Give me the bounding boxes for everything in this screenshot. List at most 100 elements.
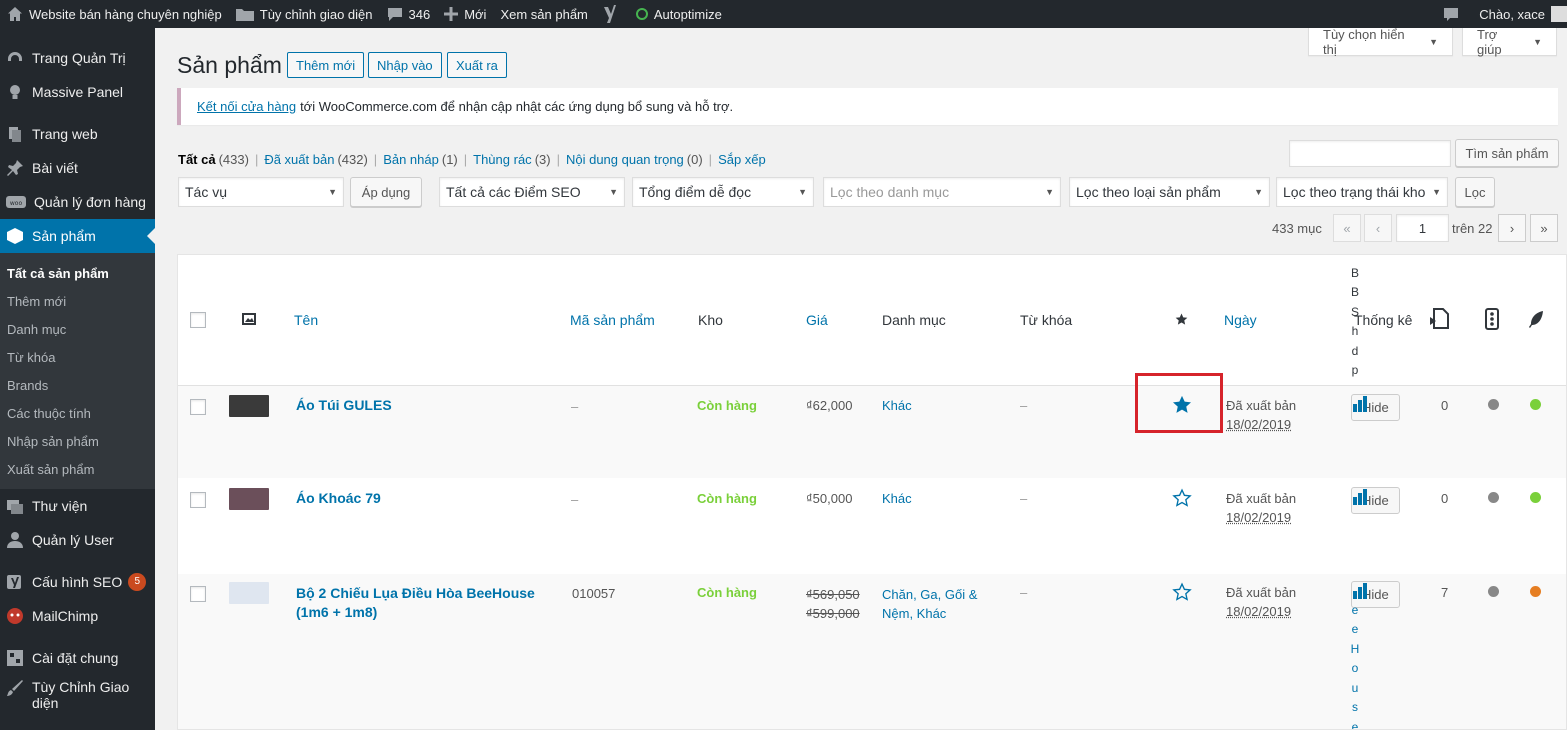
menu-dashboard[interactable]: Trang Quản Trị [0,41,155,75]
status-views: Tất cả (433) | Đã xuất bản (432) | Bản nháp(… [178,152,766,167]
help-button[interactable]: Trợ giúp ▼ [1462,27,1557,57]
account-menu[interactable]: Chào, xace [1472,0,1567,28]
featured-star-outline-icon[interactable] [1172,488,1192,508]
filter-button[interactable]: Lọc [1455,177,1495,207]
bulk-actions-select[interactable]: Tác vụ ▼ [178,177,344,207]
connect-store-link[interactable]: Kết nối cửa hàng [197,99,296,114]
folder-icon [235,9,254,21]
product-type-filter[interactable]: Lọc theo loại sản phẩm ▼ [1069,177,1270,207]
import-button[interactable]: Nhập vào [368,52,442,78]
product-box-icon [7,228,23,244]
category-link[interactable]: Khác [882,398,912,413]
export-button[interactable]: Xuất ra [447,52,507,78]
stock-status: Còn hàng [697,585,757,600]
product-name-link[interactable]: Áo Khoác 79 [296,490,381,506]
menu-massive-panel[interactable]: Massive Panel [0,75,155,109]
category-link[interactable]: Khác [882,491,912,506]
menu-posts[interactable]: Bài viết [0,151,155,185]
next-page-button[interactable]: › [1498,214,1526,242]
autoptimize-menu[interactable]: Autoptimize [629,0,729,28]
table-row: Áo Khoác 79 – Còn hàng ₫50,000 Khác – Đã… [178,478,1566,574]
row-checkbox[interactable] [190,586,206,602]
column-price-sort[interactable]: Giá [806,312,828,328]
chevron-down-icon: ▼ [609,187,618,197]
view-products-link[interactable]: Xem sản phẩm [493,0,594,28]
prev-page-button[interactable]: ‹ [1364,214,1392,242]
stock-status: Còn hàng [697,398,757,413]
view-trash[interactable]: Thùng rác [473,152,532,167]
menu-products[interactable]: Sản phẩm [0,219,155,253]
category-filter[interactable]: Lọc theo danh mục ▼ [823,177,1061,207]
column-name-sort[interactable]: Tên [294,312,318,328]
view-drafts[interactable]: Bản nháp [383,152,439,167]
menu-customize-theme[interactable]: Tùy Chỉnh Giao diện [0,675,155,715]
new-content-link[interactable]: Mới [437,0,493,28]
first-page-button[interactable]: « [1333,214,1361,242]
menu-orders[interactable]: woo Quản lý đơn hàng [0,185,155,219]
products-submenu: Tất cả sản phẩm Thêm mới Danh mục Từ khó… [0,253,155,489]
bar-chart-icon [1353,489,1367,505]
submenu-tags[interactable]: Từ khóa [0,343,155,371]
product-name-link[interactable]: Bộ 2 Chiếu Lụa Điều Hòa BeeHouse (1m6 + 1… [296,584,535,622]
last-page-button[interactable]: » [1530,214,1558,242]
apply-button[interactable]: Áp dụng [350,177,422,207]
pages-icon [9,127,21,142]
product-name-link[interactable]: Áo Túi GULES [296,397,392,413]
home-icon [8,7,22,21]
submenu-export[interactable]: Xuất sản phẩm [0,455,155,483]
view-published[interactable]: Đã xuất bản [264,152,334,167]
column-date-sort[interactable]: Ngày [1224,312,1257,328]
current-page-input[interactable]: 1 [1396,214,1449,242]
linked-count: 7 [1441,585,1449,600]
add-new-button[interactable]: Thêm mới [287,52,365,78]
chevron-down-icon: ▼ [1432,187,1441,197]
category-link[interactable]: Nệm, Khác [882,604,977,623]
user-icon [7,532,23,548]
search-products-button[interactable]: Tìm sản phẩm [1455,139,1559,167]
submenu-add-new[interactable]: Thêm mới [0,287,155,315]
product-thumbnail [229,395,269,417]
menu-pages[interactable]: Trang web [0,117,155,151]
copy-document-icon [1430,308,1449,329]
product-price: ₫62,000 [806,398,853,413]
menu-users[interactable]: Quản lý User [0,523,155,557]
seo-status-dot [1488,399,1499,410]
menu-settings[interactable]: Cài đặt chung [0,641,155,675]
submenu-all-products[interactable]: Tất cả sản phẩm [0,259,155,287]
seo-score-filter[interactable]: Tất cả các Điểm SEO ▼ [439,177,625,207]
column-sku-sort[interactable]: Mã sản phẩm [570,312,655,328]
submenu-import[interactable]: Nhập sản phẩm [0,427,155,455]
site-name-link[interactable]: Website bán hàng chuyên nghiệp [0,0,229,28]
woo-icon: woo [6,196,26,208]
product-thumbnail [229,582,269,604]
screen-options-button[interactable]: Tùy chọn hiển thị ▼ [1308,27,1453,57]
readability-status-dot [1530,492,1541,503]
submenu-attributes[interactable]: Các thuộc tính [0,399,155,427]
readability-filter[interactable]: Tổng điểm dễ đọc ▼ [632,177,814,207]
search-input[interactable] [1289,140,1451,167]
hide-stats-button[interactable]: Hide [1351,394,1400,421]
row-checkbox[interactable] [190,492,206,508]
woocommerce-notice: Kết nối cửa hàng tới WooCommerce.com để n… [177,88,1558,125]
comments-link[interactable]: 346 [380,0,438,28]
yoast-menu[interactable] [595,0,629,28]
menu-media[interactable]: Thư viện [0,489,155,523]
view-important[interactable]: Nội dung quan trọng [566,152,684,167]
submenu-categories[interactable]: Danh mục [0,315,155,343]
select-all-checkbox[interactable] [190,312,206,328]
yoast-icon [7,575,21,589]
submenu-brands[interactable]: Brands [0,371,155,399]
stock-status-filter[interactable]: Lọc theo trạng thái kho ▼ [1276,177,1448,207]
view-all[interactable]: Tất cả [178,152,216,167]
view-sort[interactable]: Sắp xếp [718,152,766,167]
row-checkbox[interactable] [190,399,206,415]
notifications-menu[interactable] [1436,0,1472,28]
customize-link[interactable]: Tùy chỉnh giao diện [229,0,380,28]
column-tags: Từ khóa [1020,312,1073,328]
hide-stats-button[interactable]: Hide [1351,487,1400,514]
menu-seo[interactable]: Cấu hình SEO 5 [0,565,155,599]
category-link[interactable]: Chăn, Ga, Gối & [882,585,977,604]
bar-chart-icon [1353,396,1367,412]
menu-mailchimp[interactable]: MailChimp [0,599,155,633]
featured-star-outline-icon[interactable] [1172,582,1192,602]
